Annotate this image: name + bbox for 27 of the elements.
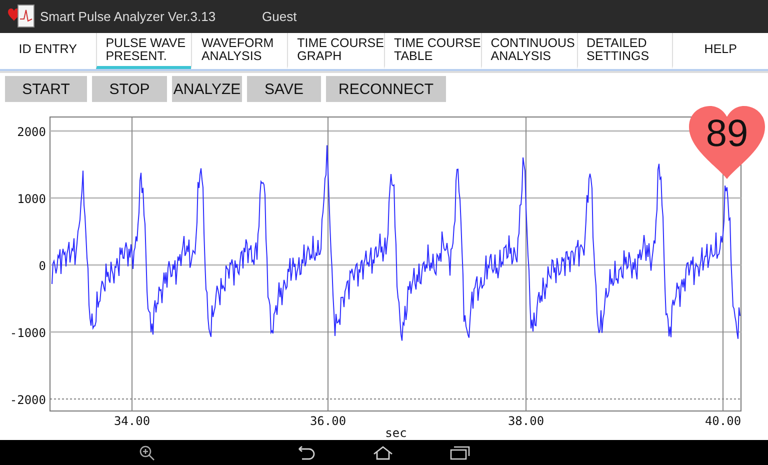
x-axis-label: 40.00 [704, 414, 742, 428]
tab[interactable]: PULSE WAVE PRESENT. [96, 33, 192, 69]
y-axis-label: -1000 [10, 326, 46, 340]
x-axis-title: sec [385, 426, 407, 440]
y-axis-label: 0 [38, 259, 46, 273]
x-axis-label: 38.00 [508, 414, 544, 428]
recent-apps-icon[interactable] [450, 446, 470, 460]
zoom-in-icon[interactable] [139, 444, 155, 460]
toolbar-button[interactable]: RECONNECT [326, 76, 446, 102]
y-axis-label: -2000 [10, 393, 46, 407]
heart-rate-value: 89 [704, 113, 750, 156]
window-title: Smart Pulse Analyzer Ver.3.13 [40, 9, 217, 24]
toolbar-button[interactable]: STOP [92, 76, 167, 102]
heart-icon [688, 105, 766, 181]
tab[interactable]: CONTINUOUS ANALYSIS [480, 33, 577, 69]
x-axis-label: 36.00 [310, 414, 346, 428]
app-icon [6, 4, 36, 30]
toolbar-button[interactable]: ANALYZE [172, 76, 242, 102]
y-axis-label: 1000 [17, 192, 46, 206]
home-icon[interactable] [372, 446, 394, 460]
tab[interactable]: TIME COURSE GRAPH [287, 33, 384, 69]
toolbar-button[interactable]: SAVE [247, 76, 321, 102]
x-axis-label: 34.00 [114, 414, 150, 428]
y-axis-label: 2000 [17, 125, 46, 139]
user-name: Guest [262, 9, 297, 24]
tab[interactable]: TIME COURSE TABLE [384, 33, 481, 69]
toolbar-button[interactable]: START [5, 76, 87, 102]
